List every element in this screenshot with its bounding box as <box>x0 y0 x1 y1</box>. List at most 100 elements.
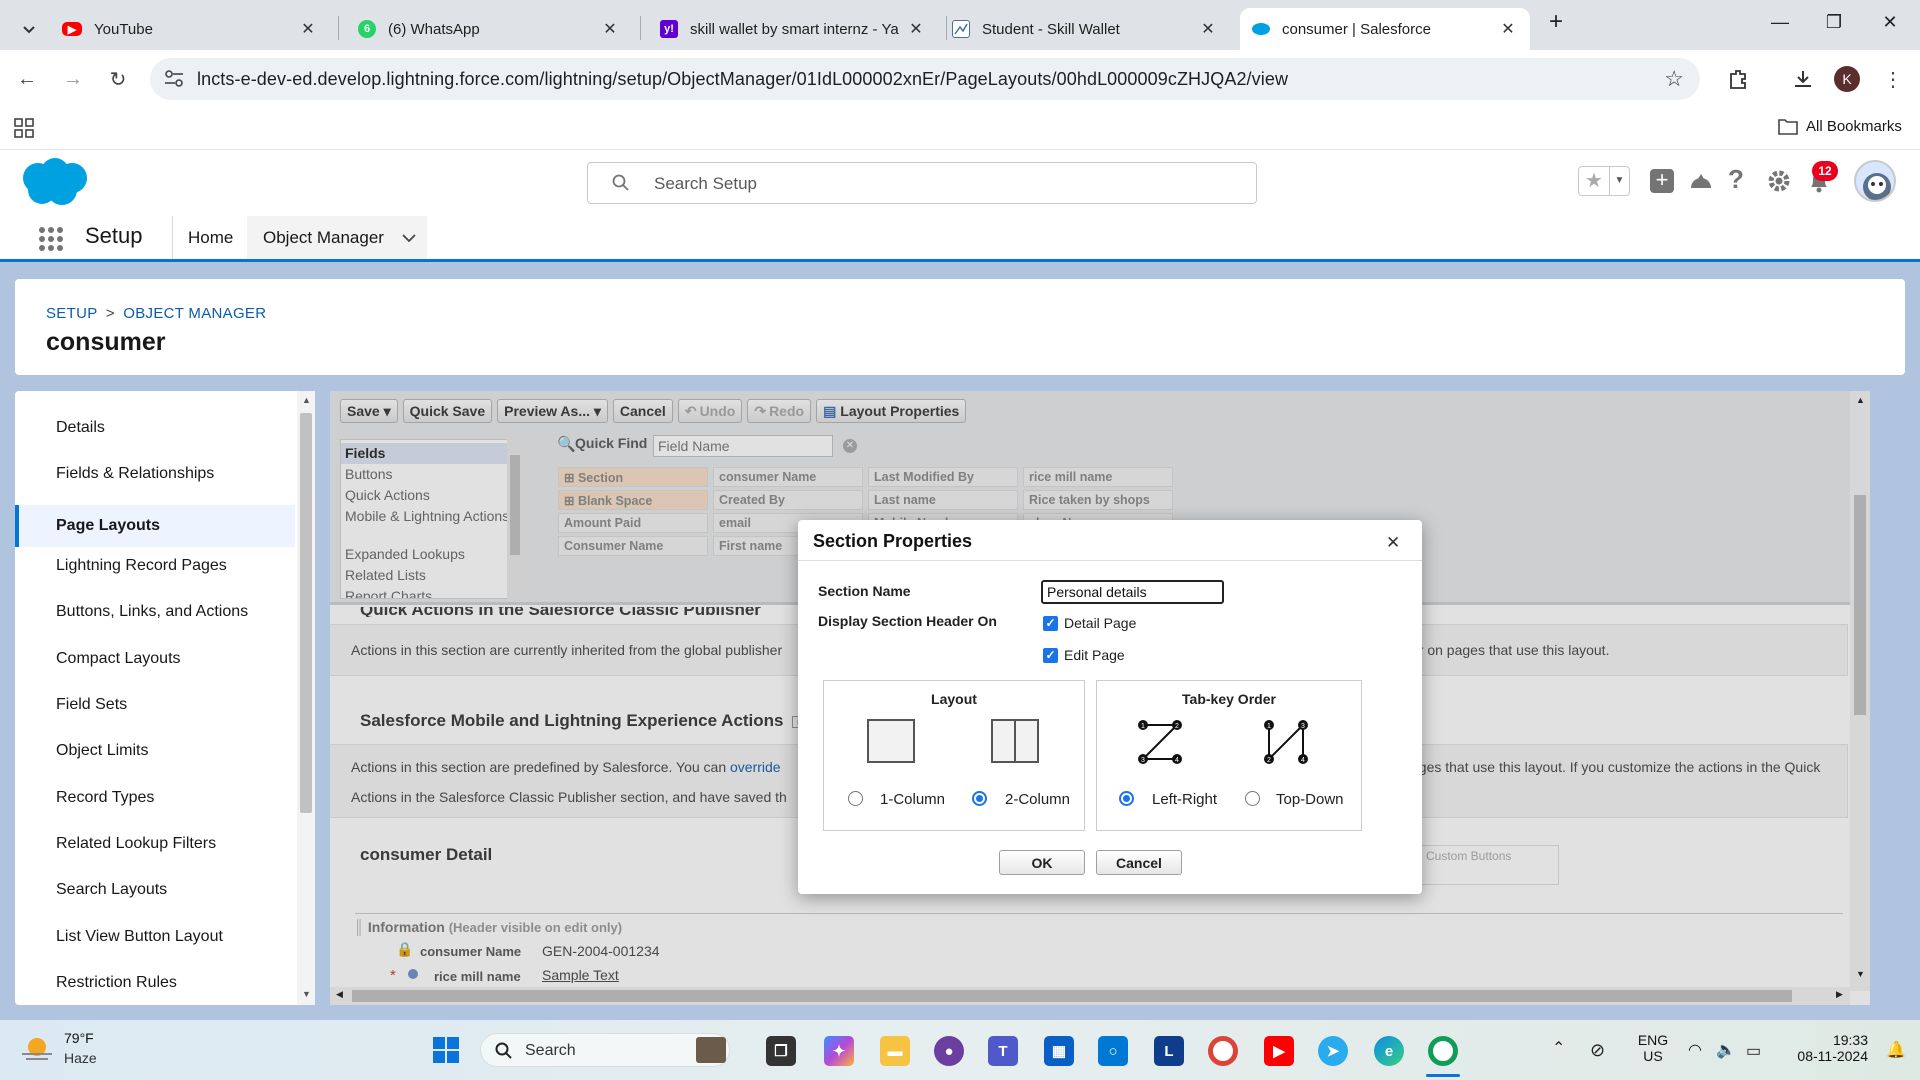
battery-icon[interactable]: ▭ <box>1746 1041 1761 1061</box>
bookmark-star-icon[interactable]: ☆ <box>1664 66 1684 92</box>
tab-yahoo[interactable]: y! skill wallet by smart internz - Ya ✕ <box>648 8 938 50</box>
extensions-icon[interactable] <box>1725 66 1751 92</box>
nav-divider <box>172 216 173 259</box>
download-icon[interactable] <box>1790 66 1816 92</box>
weather-desc[interactable]: Haze <box>64 1050 97 1066</box>
edge-icon[interactable]: e <box>1374 1036 1404 1066</box>
copilot-icon[interactable]: ✦ <box>824 1036 854 1066</box>
telegram-icon[interactable]: ➤ <box>1318 1036 1348 1066</box>
task-view-icon[interactable]: ❐ <box>766 1036 796 1066</box>
close-icon[interactable]: ✕ <box>1386 533 1400 553</box>
language-indicator[interactable]: ENG US <box>1636 1032 1670 1064</box>
site-settings-icon[interactable] <box>164 70 184 88</box>
sidebar-item-restriction-rules[interactable]: Restriction Rules <box>15 960 295 1005</box>
setup-nav-bar: Setup Home Object Manager <box>0 216 1920 262</box>
svg-text:1: 1 <box>1141 723 1145 730</box>
sidebar-item-compact-layouts[interactable]: Compact Layouts <box>15 636 295 682</box>
sidebar-scroll-thumb[interactable] <box>300 413 312 813</box>
two-column-radio[interactable] <box>972 791 987 806</box>
windows-start-icon[interactable] <box>432 1036 460 1064</box>
edit-page-checkbox[interactable]: ✓ <box>1043 648 1058 663</box>
setup-search-input[interactable]: Search Setup <box>587 162 1257 204</box>
sidebar-item-field-sets[interactable]: Field Sets <box>15 682 295 728</box>
salesforce-icon <box>1252 23 1270 35</box>
one-column-radio[interactable] <box>848 791 863 806</box>
sidebar-item-list-view-button-layout[interactable]: List View Button Layout <box>15 914 295 960</box>
url-bar[interactable]: lncts-e-dev-ed.develop.lightning.force.c… <box>150 58 1700 100</box>
restore-button[interactable]: ❐ <box>1814 12 1854 33</box>
all-bookmarks-button[interactable]: All Bookmarks <box>1778 117 1902 135</box>
sidebar-item-buttons-links-actions[interactable]: Buttons, Links, and Actions <box>15 589 295 635</box>
chevron-down-icon: ▼ <box>1609 167 1629 195</box>
new-tab-button[interactable]: + <box>1536 8 1576 36</box>
close-icon[interactable]: ✕ <box>1498 19 1518 39</box>
user-avatar[interactable] <box>1854 160 1896 202</box>
more-menu-icon[interactable]: ⋮ <box>1880 66 1906 92</box>
close-window-button[interactable]: ✕ <box>1870 12 1910 33</box>
forward-icon[interactable]: → <box>60 66 86 92</box>
sidebar-item-details[interactable]: Details <box>15 405 295 451</box>
network-status-icon[interactable]: ⊘ <box>1590 1040 1605 1061</box>
chrome-profile-icon[interactable] <box>1428 1036 1458 1066</box>
sidebar-item-object-limits[interactable]: Object Limits <box>15 728 295 774</box>
object-header: SETUP > OBJECT MANAGER consumer <box>15 279 1905 375</box>
tab-salesforce[interactable]: consumer | Salesforce ✕ <box>1240 8 1530 50</box>
tab-search-button[interactable] <box>10 8 50 50</box>
display-header-label: Display Section Header On <box>818 613 997 629</box>
tab-youtube[interactable]: ▶ YouTube ✕ <box>50 8 330 50</box>
sidebar-item-fields-relationships[interactable]: Fields & Relationships <box>15 451 295 497</box>
all-bookmarks-label: All Bookmarks <box>1806 117 1902 135</box>
back-icon[interactable]: ← <box>14 66 40 92</box>
chevron-up-icon[interactable]: ⌃ <box>1552 1038 1565 1058</box>
salesforce-logo-icon[interactable] <box>18 156 92 208</box>
sidebar-item-related-lookup-filters[interactable]: Related Lookup Filters <box>15 821 295 867</box>
file-explorer-icon[interactable]: ▬ <box>880 1036 910 1066</box>
tab-skill-wallet[interactable]: Student - Skill Wallet ✕ <box>940 8 1230 50</box>
lens-app-icon[interactable]: L <box>1154 1036 1184 1066</box>
breadcrumb-setup[interactable]: SETUP <box>46 305 97 322</box>
weather-temp[interactable]: 79°F <box>64 1030 94 1046</box>
trailhead-icon[interactable] <box>1688 168 1714 194</box>
close-icon[interactable]: ✕ <box>1198 19 1218 39</box>
volume-icon[interactable]: 🔈 <box>1716 1040 1736 1060</box>
teams-icon[interactable]: T <box>988 1036 1018 1066</box>
ok-button[interactable]: OK <box>999 850 1085 875</box>
tab-whatsapp[interactable]: 6 (6) WhatsApp ✕ <box>346 8 632 50</box>
tab-home[interactable]: Home <box>188 216 233 259</box>
wifi-icon[interactable]: ◠ <box>1688 1040 1702 1060</box>
sidebar-item-page-layouts[interactable]: Page Layouts <box>15 505 295 547</box>
close-icon[interactable]: ✕ <box>906 19 926 39</box>
breadcrumb-object-manager[interactable]: OBJECT MANAGER <box>123 305 266 322</box>
left-right-radio[interactable] <box>1119 791 1134 806</box>
sidebar-item-record-types[interactable]: Record Types <box>15 775 295 821</box>
close-icon[interactable]: ✕ <box>298 19 318 39</box>
cancel-button[interactable]: Cancel <box>1096 850 1182 875</box>
profile-avatar[interactable]: K <box>1834 66 1860 92</box>
top-down-radio[interactable] <box>1245 791 1260 806</box>
chevron-down-icon[interactable] <box>402 233 416 243</box>
reload-icon[interactable]: ↻ <box>105 66 131 92</box>
tab-object-manager[interactable]: Object Manager <box>247 216 427 259</box>
sidebar-scrollbar[interactable]: ▲ ▼ <box>297 391 315 1005</box>
favorites-button[interactable]: ★ ▼ <box>1578 166 1630 196</box>
help-icon[interactable]: ? <box>1728 164 1744 195</box>
sidebar-item-lightning-record-pages[interactable]: Lightning Record Pages <box>15 543 295 589</box>
global-actions-plus-icon[interactable]: + <box>1650 169 1674 193</box>
sidebar-item-search-layouts[interactable]: Search Layouts <box>15 867 295 913</box>
app-circle-icon[interactable]: ○ <box>1098 1036 1128 1066</box>
chrome-icon[interactable] <box>1208 1036 1238 1066</box>
detail-page-checkbox[interactable]: ✓ <box>1043 616 1058 631</box>
clock[interactable]: 19:33 08-11-2024 <box>1788 1032 1868 1064</box>
app-launcher-icon[interactable] <box>38 226 64 252</box>
gear-icon[interactable] <box>1766 168 1792 194</box>
taskbar-search-box[interactable]: Search <box>480 1033 730 1067</box>
section-name-input[interactable] <box>1041 580 1224 604</box>
youtube-app-icon[interactable]: ▶ <box>1264 1036 1294 1066</box>
svg-text:2: 2 <box>1267 757 1271 764</box>
store-icon[interactable]: ▦ <box>1044 1036 1074 1066</box>
close-icon[interactable]: ✕ <box>600 19 620 39</box>
notifications-center-icon[interactable]: 🔔 <box>1886 1040 1906 1060</box>
apps-grid-icon[interactable] <box>14 118 34 138</box>
minimize-button[interactable]: — <box>1760 12 1800 33</box>
github-icon[interactable]: ● <box>934 1036 964 1066</box>
